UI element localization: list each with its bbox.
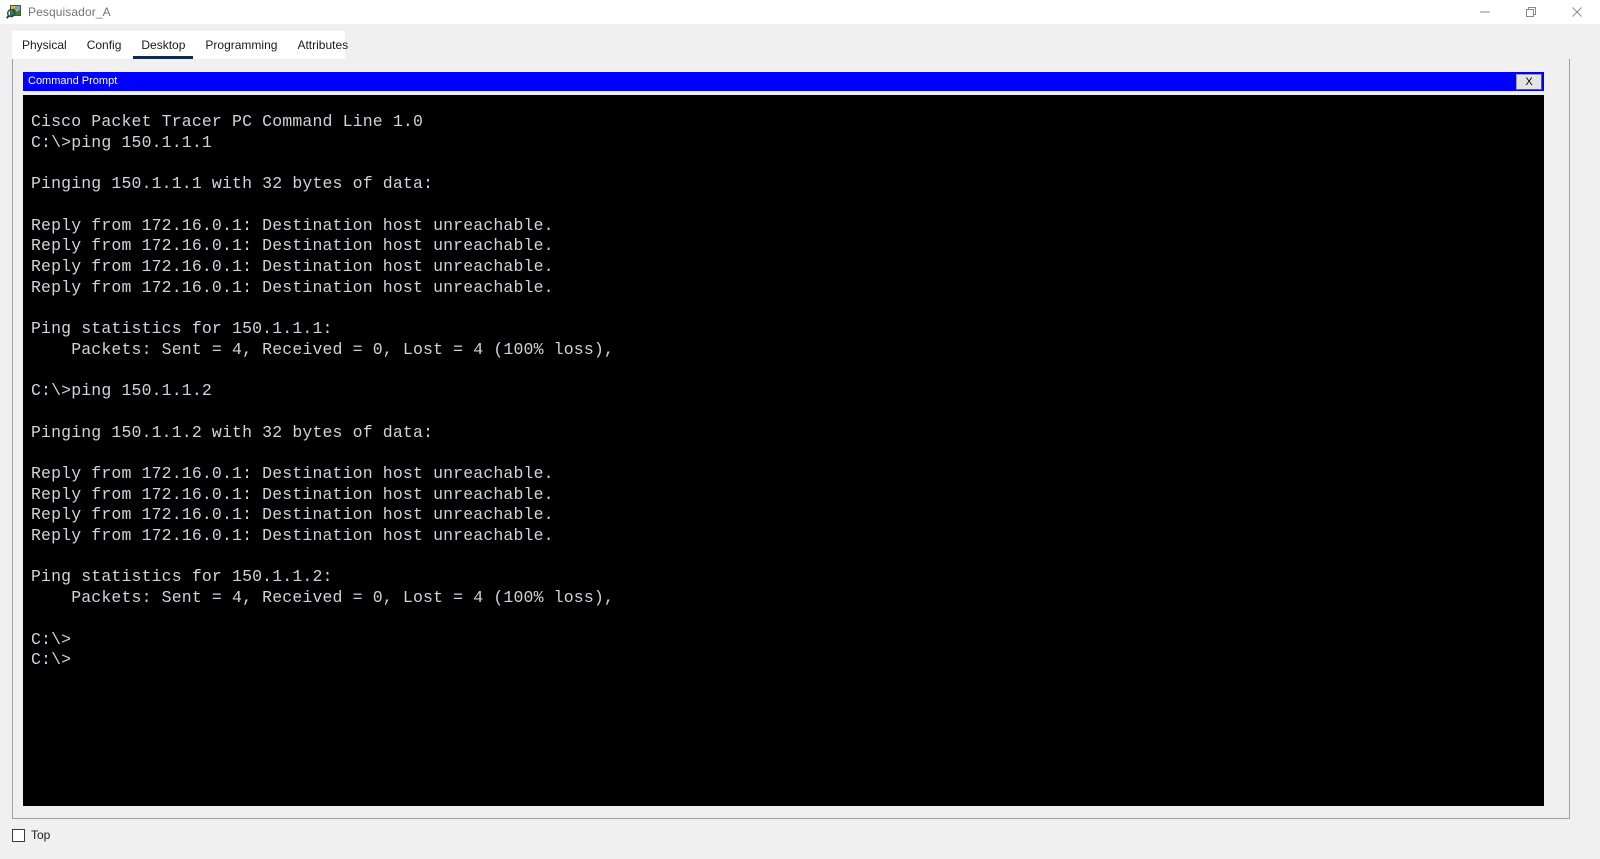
command-prompt-close-button[interactable]: X [1516, 74, 1542, 90]
command-prompt-title: Command Prompt [28, 75, 118, 87]
tab-programming[interactable]: Programming [195, 31, 287, 59]
tab-desktop[interactable]: Desktop [131, 31, 195, 59]
terminal-output-area[interactable]: Cisco Packet Tracer PC Command Line 1.0 … [23, 95, 1544, 806]
tab-physical[interactable]: Physical [12, 31, 77, 59]
restore-icon[interactable] [1508, 0, 1554, 24]
tab-desktop-label: Desktop [141, 38, 186, 52]
window-titlebar: Pesquisador_A [0, 0, 1600, 24]
terminal-output-text: Cisco Packet Tracer PC Command Line 1.0 … [31, 112, 614, 670]
tab-programming-label: Programming [205, 38, 278, 52]
minimize-icon[interactable] [1462, 0, 1508, 24]
top-checkbox-label: Top [31, 828, 51, 842]
device-tabs: Physical Config Desktop Programming Attr… [12, 31, 348, 59]
footer-bar: Top [12, 828, 50, 842]
top-checkbox[interactable] [12, 828, 25, 842]
command-prompt-window: Command Prompt X Cisco Packet Tracer PC … [23, 72, 1544, 806]
tab-physical-label: Physical [22, 38, 67, 52]
window-title: Pesquisador_A [28, 5, 111, 19]
packet-tracer-pc-icon [6, 4, 22, 20]
close-icon[interactable] [1554, 0, 1600, 24]
tab-config-label: Config [86, 38, 122, 52]
command-prompt-titlebar[interactable]: Command Prompt X [23, 72, 1544, 91]
tab-attributes-label: Attributes [297, 38, 349, 52]
tab-config[interactable]: Config [77, 31, 132, 59]
window-controls [1462, 0, 1600, 24]
tab-attributes[interactable]: Attributes [287, 31, 358, 59]
application-window: Pesquisador_A Physical Config Desktop Pr… [0, 0, 1600, 859]
